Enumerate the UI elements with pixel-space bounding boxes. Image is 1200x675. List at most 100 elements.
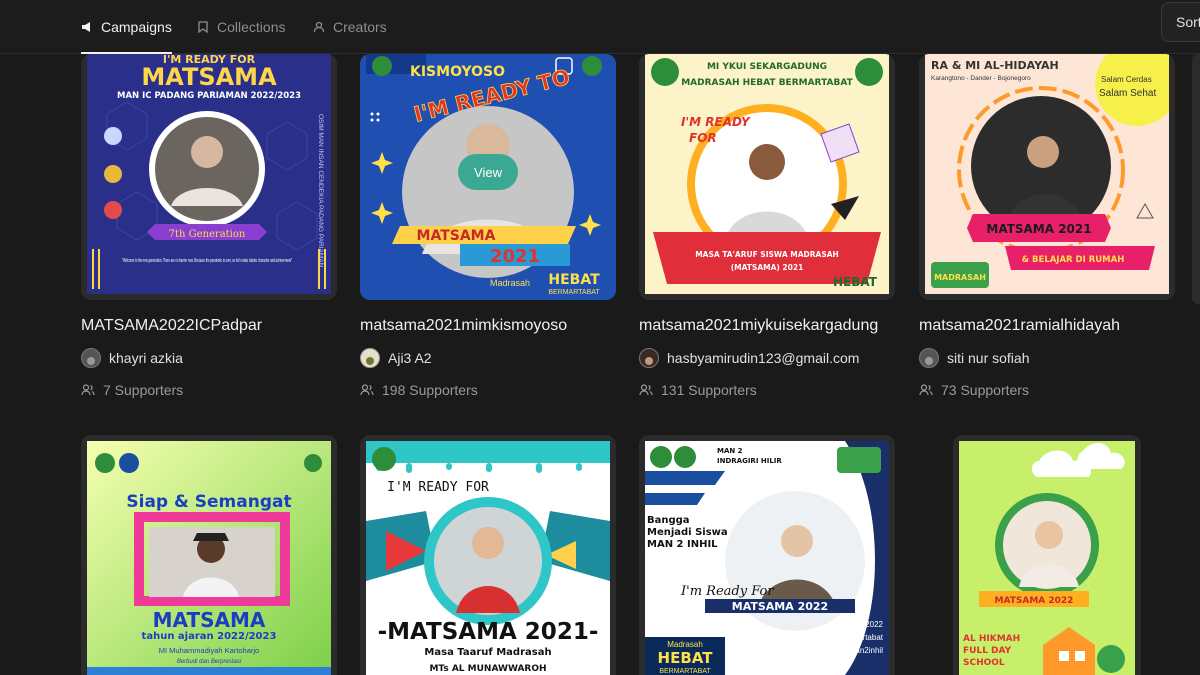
poster-line: FULL DAY <box>963 646 1012 656</box>
supporters-count: 73 Supporters <box>919 382 1029 398</box>
poster-line: Salam Cerdas <box>1101 75 1152 84</box>
poster-line: MAN 2 <box>717 447 743 455</box>
poster-line: SCHOOL <box>963 658 1005 668</box>
poster-line: Berbudi dan Berprestasi <box>177 659 242 665</box>
poster-heading: -MATSAMA 2021- <box>378 619 599 645</box>
poster-line: I'M READY FOR <box>387 480 489 495</box>
avatar <box>81 348 101 368</box>
poster-quote: "Welcome to the new generation. There ar… <box>122 258 292 264</box>
tab-creators-label: Creators <box>333 19 387 35</box>
poster-line: AL HIKMAH <box>963 634 1020 644</box>
poster-line: INDRAGIRI HILIR <box>717 457 782 465</box>
poster-heading: MATSAMA 2022 <box>995 596 1074 606</box>
poster-heading: Siap & Semangat <box>126 492 291 512</box>
users-icon <box>639 384 653 396</box>
campaign-poster: I'M READY FOR MATSAMA MAN IC PADANG PARI… <box>87 54 331 294</box>
poster-line: & BELAJAR DI RUMAH <box>1022 255 1125 265</box>
campaign-thumbnail[interactable]: RA & MI AL-HIDAYAH Karangtono - Dander -… <box>919 54 1175 300</box>
tab-collections[interactable]: Collections <box>197 0 285 54</box>
megaphone-icon <box>82 22 90 32</box>
poster-line: BERMARTABAT <box>548 289 600 296</box>
poster-line: MTs AL MUNAWWAROH <box>429 664 546 674</box>
poster-line: Bangga <box>647 515 690 526</box>
campaign-author[interactable]: hasbyamirudin123@gmail.com <box>639 348 859 368</box>
users-icon <box>919 384 933 396</box>
campaign-title[interactable]: matsama2021miykuisekargadung <box>639 317 895 335</box>
supporters-label: 131 Supporters <box>661 382 757 398</box>
campaign-poster: RA & MI AL-HIDAYAH Karangtono - Dander -… <box>925 54 1169 294</box>
poster-line: HEBAT <box>833 275 878 289</box>
poster-line: MADRASAH HEBAT BERMARTABAT <box>681 78 853 88</box>
campaign-author[interactable]: siti nur sofiah <box>919 348 1029 368</box>
poster-heading: MATSAMA <box>153 608 266 632</box>
poster-line: I'm Ready For <box>680 584 774 599</box>
supporters-label: 73 Supporters <box>941 382 1029 398</box>
poster-line: KISMOYOSO <box>410 64 505 80</box>
poster-line: MAN IC PADANG PARIAMAN 2022/2023 <box>117 91 301 101</box>
poster-line: FOR <box>689 131 717 145</box>
tab-collections-label: Collections <box>217 19 286 35</box>
poster-line: Masa Taaruf Madrasah <box>424 647 551 658</box>
poster-heading: MATSAMA 2022 <box>732 600 828 613</box>
campaign-thumbnail[interactable]: I'M READY FOR -MATSAMA 2021- Masa Taaruf… <box>360 435 616 675</box>
poster-line: Madrasah <box>490 278 530 288</box>
poster-line: MASA TA'ARUF SISWA MADRASAH <box>695 250 839 259</box>
campaign-poster: Siap & Semangat MATSAMA tahun ajaran 202… <box>87 441 331 675</box>
campaign-thumbnail[interactable]: KISMOYOSO I'M READY TO MATSAMA 2021 Madr… <box>360 54 616 300</box>
author-name: siti nur sofiah <box>947 350 1030 366</box>
campaign-poster: MATSAMA 2022 AL HIKMAH FULL DAY SCHOOL <box>959 441 1135 675</box>
top-nav: Campaigns Collections Creators Sort <box>0 0 1200 54</box>
supporters-label: 198 Supporters <box>382 382 478 398</box>
campaign-thumbnail[interactable]: MAN 2 INDRAGIRI HILIR Bangga Menjadi Sis… <box>639 435 895 675</box>
avatar <box>919 348 939 368</box>
campaign-author[interactable]: khayri azkia <box>81 348 183 368</box>
poster-line: HEBAT <box>658 649 714 667</box>
bookmark-icon <box>198 21 208 33</box>
supporters-label: 7 Supporters <box>103 382 184 398</box>
users-icon <box>81 384 95 396</box>
campaign-card-partial[interactable] <box>1192 54 1200 304</box>
view-button[interactable]: View <box>458 154 518 190</box>
supporters-count: 131 Supporters <box>639 382 757 398</box>
poster-line: MADRASAH <box>934 273 986 282</box>
poster-line: Karangtono - Dander - Bojonegoro <box>931 75 1031 82</box>
campaign-poster: MI YKUI SEKARGADUNG MADRASAH HEBAT BERMA… <box>645 54 889 294</box>
poster-line: Salam Sehat <box>1099 88 1156 99</box>
users-icon <box>360 384 374 396</box>
poster-line: MATSAMA 2021 <box>986 222 1091 236</box>
poster-line: HEBAT <box>548 272 600 288</box>
poster-ribbon: 7th Generation <box>169 229 246 240</box>
campaign-title[interactable]: MATSAMA2022ICPadpar <box>81 317 337 335</box>
supporters-count: 7 Supporters <box>81 382 183 398</box>
supporters-count: 198 Supporters <box>360 382 478 398</box>
campaign-author[interactable]: Aji3 A2 <box>360 348 432 368</box>
campaign-thumbnail[interactable]: I'M READY FOR MATSAMA MAN IC PADANG PARI… <box>81 54 337 300</box>
poster-line: Menjadi Siswa <box>647 527 728 538</box>
poster-line: RA & MI AL-HIDAYAH <box>931 59 1059 72</box>
sort-button[interactable]: Sort <box>1161 2 1200 42</box>
poster-tag: #matsama2022 <box>828 620 884 629</box>
tab-creators[interactable]: Creators <box>313 0 387 54</box>
poster-tag: #madrasahhebatbermartabat <box>780 633 884 642</box>
poster-line: MI Muhammadiyah Kartoharjo <box>159 646 259 655</box>
tab-campaigns-label: Campaigns <box>101 19 172 35</box>
campaign-title[interactable]: matsama2021mimkismoyoso <box>360 317 616 335</box>
author-name: hasbyamirudin123@gmail.com <box>667 350 860 366</box>
poster-line: (MATSAMA) 2021 <box>731 263 804 272</box>
poster-year: 2021 <box>490 246 540 267</box>
poster-heading: MATSAMA <box>417 228 496 244</box>
sort-button-label: Sort <box>1176 14 1200 30</box>
tab-campaigns[interactable]: Campaigns <box>81 0 172 54</box>
user-icon <box>313 21 325 33</box>
poster-line: I'M READY <box>681 115 751 129</box>
campaign-title[interactable]: matsama2021ramialhidayah <box>919 317 1175 335</box>
poster-heading: MATSAMA <box>141 63 277 91</box>
avatar <box>639 348 659 368</box>
campaign-thumbnail[interactable]: MI YKUI SEKARGADUNG MADRASAH HEBAT BERMA… <box>639 54 895 300</box>
campaign-thumbnail[interactable]: Siap & Semangat MATSAMA tahun ajaran 202… <box>81 435 337 675</box>
avatar <box>360 348 380 368</box>
poster-line: MAN 2 INHIL <box>647 539 718 550</box>
author-name: Aji3 A2 <box>388 350 432 366</box>
poster-line: Madrasah <box>667 640 703 649</box>
campaign-thumbnail[interactable]: MATSAMA 2022 AL HIKMAH FULL DAY SCHOOL <box>953 435 1141 675</box>
